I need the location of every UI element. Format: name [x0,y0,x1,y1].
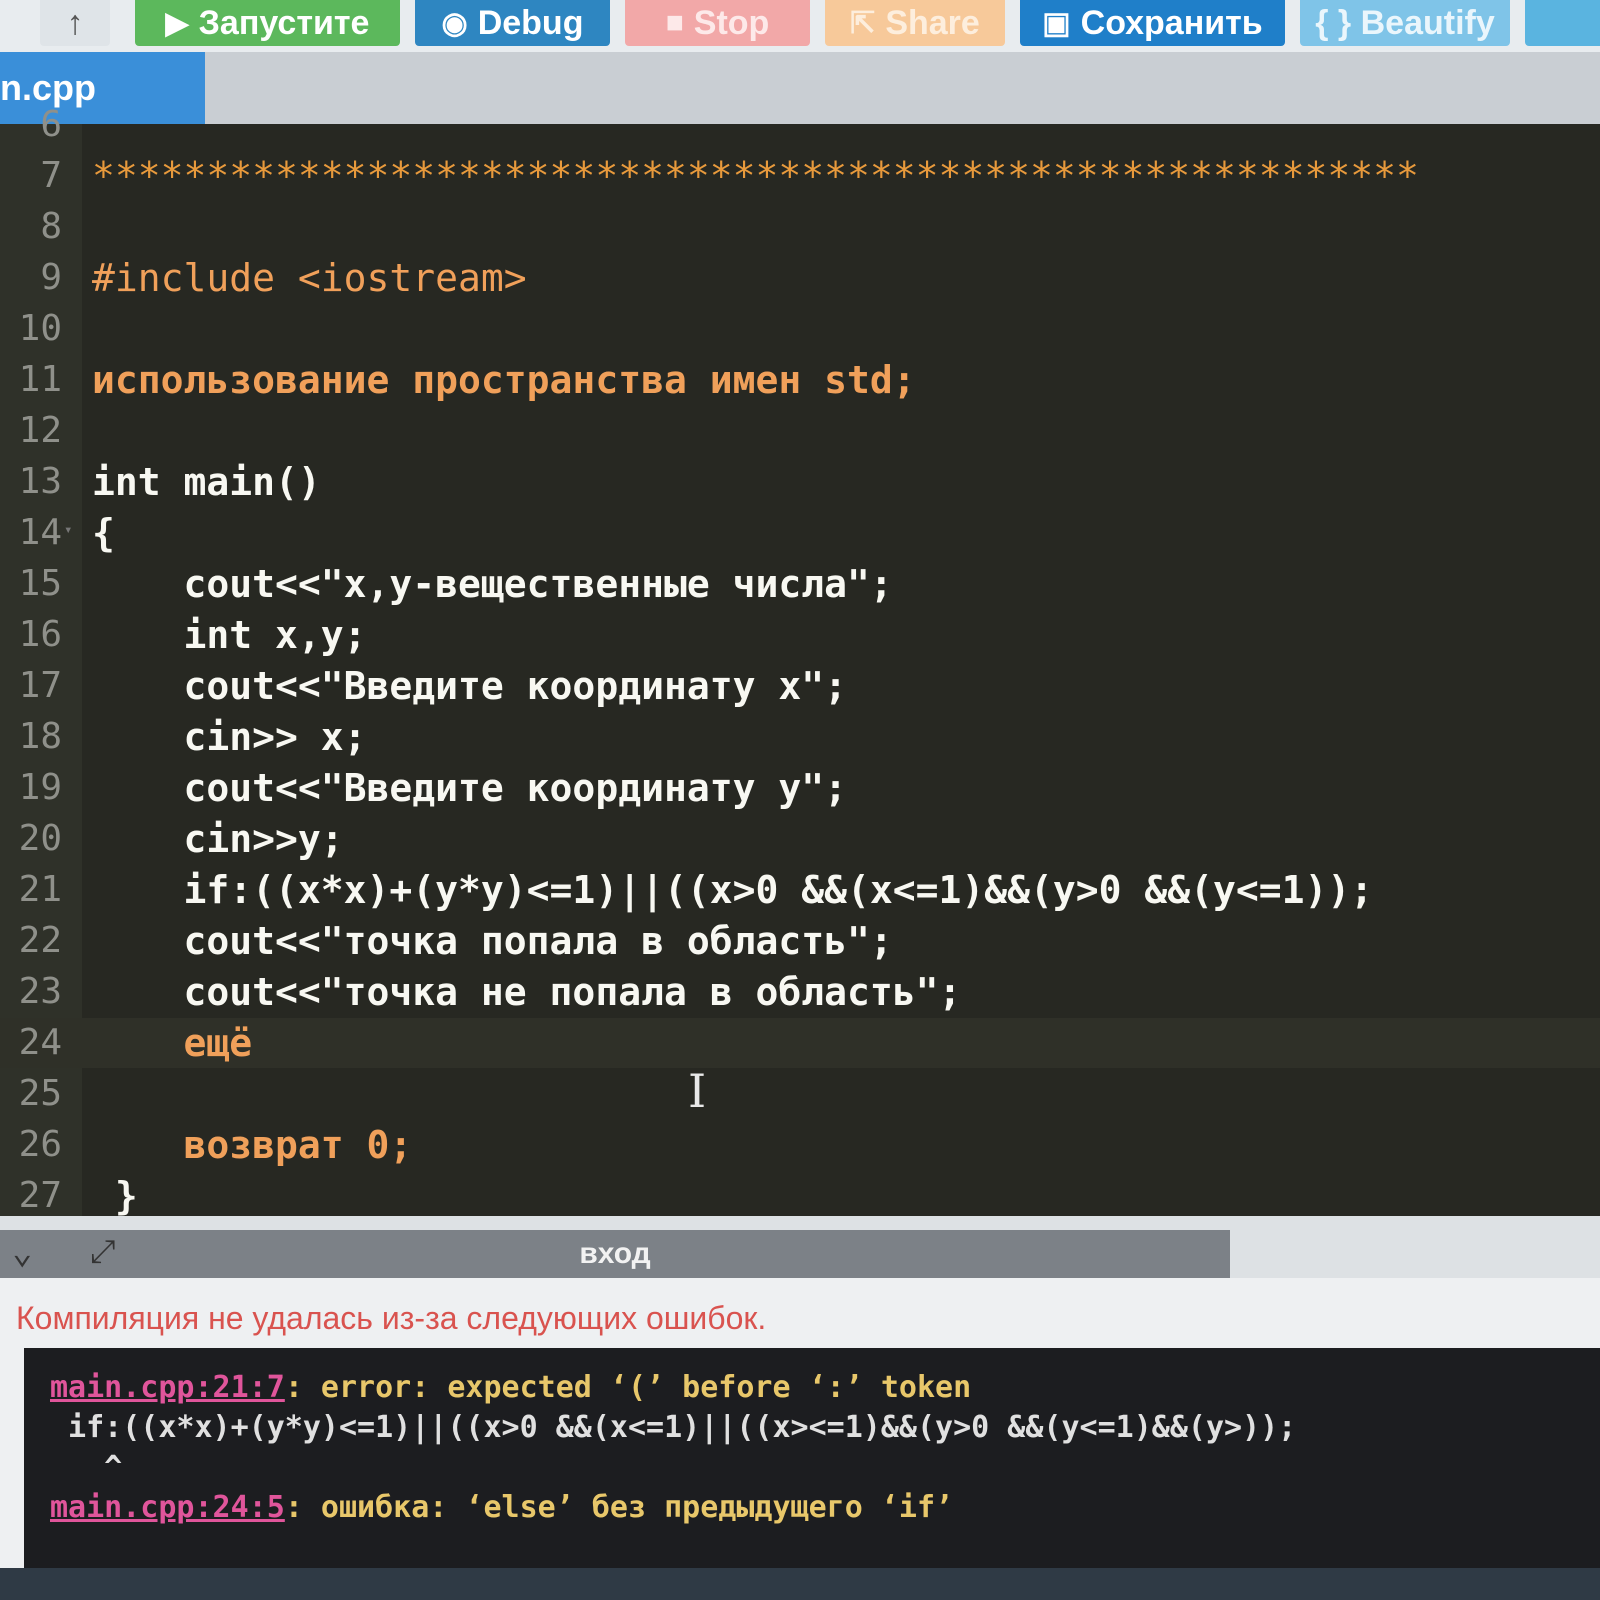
code-line[interactable]: 6 [0,100,1600,150]
code-line[interactable]: 14 ▾ { [0,508,1600,558]
error-console: main.cpp:21:7: error: expected ‘(’ befor… [24,1348,1600,1568]
text-cursor-icon: I [688,1064,707,1118]
error-caret: ^ [50,1450,123,1485]
code-line[interactable]: 26 возврат 0; [0,1120,1600,1170]
line-number: 23 [18,971,62,1012]
code-text: #include <iostream> [92,256,527,300]
code-line[interactable]: 9 #include <iostream> [0,253,1600,303]
line-number: 10 [18,308,62,349]
toolbar: ↑ ▶ Запустите ◉ Debug ■ Stop ⇱ Share ▣ С… [0,0,1600,52]
line-number: 27 [18,1175,62,1216]
line-number: 7 [40,155,62,196]
code-editor[interactable]: 6 7 **************************************… [0,104,1600,1218]
save-icon: ▣ [1042,6,1071,40]
line-number: 15 [18,563,62,604]
code-text: if:((x*x)+(y*y)<=1)||((x>0 &&(x<=1)&&(y>… [92,868,1374,912]
code-text: int x,y; [92,613,367,657]
play-icon: ▶ [165,6,189,40]
code-text: cout<<"x,y-вещественные числа"; [92,562,893,606]
code-line[interactable]: 23 cout<<"точка не попала в область"; [0,967,1600,1017]
code-text: использование пространства имен std; [92,358,916,402]
expand-icon[interactable]: ⤢ [90,1232,116,1271]
error-line: main.cpp:24:5: ошибка: ‘else’ без предыд… [50,1490,954,1525]
code-line[interactable]: 15 cout<<"x,y-вещественные числа"; [0,559,1600,609]
save-label: Сохранить [1080,3,1263,42]
code-line[interactable]: 19 cout<<"Введите координату y"; [0,763,1600,813]
code-text: cin>> x; [92,715,367,759]
code-line[interactable]: 11 использование пространства имен std; [0,355,1600,405]
line-number: 8 [40,206,62,247]
line-number: 20 [18,818,62,859]
code-text: cout<<"Введите координату x"; [92,664,847,708]
code-line[interactable]: 16 int x,y; [0,610,1600,660]
share-icon: ⇱ [850,6,876,40]
run-label: Запустите [198,3,370,42]
line-number: 22 [18,920,62,961]
code-line[interactable]: 25 [0,1069,1600,1119]
output-panel: Компиляция не удалась из-за следующих ош… [0,1278,1600,1600]
line-number: 6 [40,104,62,145]
error-location-link[interactable]: main.cpp:21:7 [50,1370,285,1405]
code-line[interactable]: 8 [0,202,1600,252]
line-number: 21 [18,869,62,910]
line-number: 9 [40,257,62,298]
error-location-link[interactable]: main.cpp:24:5 [50,1490,285,1525]
run-button[interactable]: ▶ Запустите [135,0,400,46]
code-line[interactable]: 22 cout<<"точка попала в область"; [0,916,1600,966]
error-source-line: if:((x*x)+(y*y)<=1)||((x>0 &&(x<=1)||((x… [50,1410,1297,1445]
save-button[interactable]: ▣ Сохранить [1020,0,1285,46]
code-line[interactable]: 24 ещё [0,1018,1600,1068]
code-text: int main() [92,460,321,504]
code-line[interactable]: 17 cout<<"Введите координату x"; [0,661,1600,711]
debug-icon: ◉ [441,6,468,40]
line-number: 13 [18,461,62,502]
line-number: 16 [18,614,62,655]
stop-label: Stop [693,3,770,42]
code-line[interactable]: 27 } [0,1171,1600,1221]
code-text: cout<<"точка попала в область"; [92,919,893,963]
code-text: cout<<"точка не попала в область"; [92,970,962,1014]
code-text: ещё [92,1021,253,1065]
stop-button[interactable]: ■ Stop [625,0,810,46]
beautify-button[interactable]: { } Beautify [1300,0,1510,46]
line-number: 12 [18,410,62,451]
stop-icon: ■ [665,6,684,39]
line-number: 18 [18,716,62,757]
line-number: 19 [18,767,62,808]
line-number: 26 [18,1124,62,1165]
error-line: main.cpp:21:7: error: expected ‘(’ befor… [50,1370,972,1405]
code-text: ****************************************… [92,154,1419,198]
code-text: cout<<"Введите координату y"; [92,766,847,810]
share-button[interactable]: ⇱ Share [825,0,1005,46]
code-line[interactable]: 7 ***************************************… [0,151,1600,201]
code-text: { [92,511,115,555]
code-text: } [92,1174,138,1218]
line-number: 24 [18,1022,62,1063]
debug-label: Debug [477,3,584,42]
line-number: 14 [18,512,62,553]
code-text: cin>>y; [92,817,344,861]
more-button[interactable] [1525,0,1600,46]
line-number: 25 [18,1073,62,1114]
code-text: возврат 0; [92,1123,413,1167]
code-line[interactable]: 10 [0,304,1600,354]
code-line[interactable]: 21 if:((x*x)+(y*y)<=1)||((x>0 &&(x<=1)&&… [0,865,1600,915]
upload-button[interactable]: ↑ [40,0,110,46]
upload-arrow-icon: ↑ [66,3,84,42]
output-title: вход [0,1230,1230,1278]
code-line[interactable]: 13 int main() [0,457,1600,507]
chevron-down-icon[interactable]: ⌄ [12,1232,32,1272]
fold-arrow-icon[interactable]: ▾ [64,522,72,538]
code-line[interactable]: 20 cin>>y; [0,814,1600,864]
output-header: ⌄ ⤢ вход [0,1216,1600,1278]
compile-error-message: Компиляция не удалась из-за следующих ош… [16,1300,767,1336]
code-line[interactable]: 12 [0,406,1600,456]
code-line[interactable]: 18 cin>> x; [0,712,1600,762]
status-bar [0,1568,1600,1600]
line-number: 17 [18,665,62,706]
line-number: 11 [18,359,62,400]
debug-button[interactable]: ◉ Debug [415,0,610,46]
share-label: Share [885,3,980,42]
beautify-label: { } Beautify [1315,3,1495,42]
